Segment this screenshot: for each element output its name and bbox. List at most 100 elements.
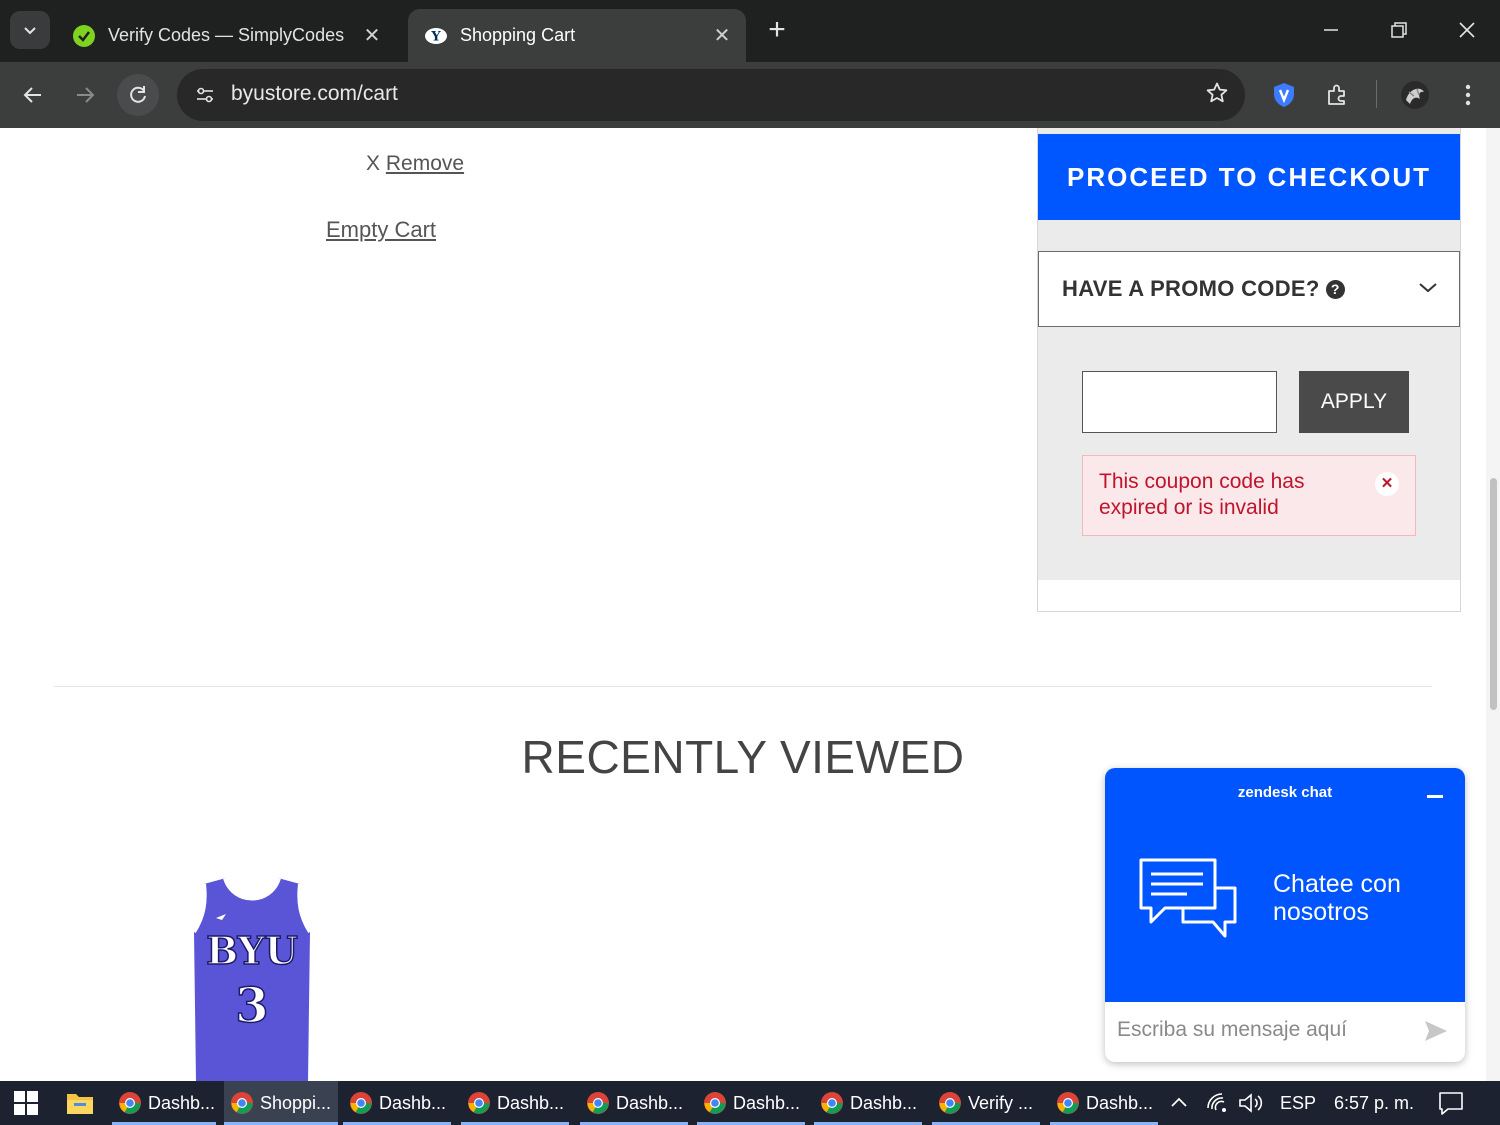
profile-avatar-icon[interactable] xyxy=(1396,76,1434,114)
file-explorer-icon[interactable] xyxy=(66,1090,94,1116)
arrow-left-icon xyxy=(23,87,41,103)
tab-title: Verify Codes — SimplyCodes xyxy=(108,25,345,45)
notifications-icon[interactable] xyxy=(1438,1081,1464,1125)
close-tab-icon[interactable]: ✕ xyxy=(712,23,732,48)
empty-cart-link[interactable]: Empty Cart xyxy=(326,217,436,243)
chrome-icon xyxy=(704,1092,726,1114)
chrome-icon xyxy=(939,1092,961,1114)
taskbar-chrome-window[interactable]: Dashb... xyxy=(461,1081,569,1125)
arrow-right-icon xyxy=(77,87,95,103)
chrome-icon xyxy=(587,1092,609,1114)
chrome-icon xyxy=(231,1092,253,1114)
taskbar-chrome-window[interactable]: Verify ... xyxy=(932,1081,1040,1125)
windows-start-icon[interactable] xyxy=(14,1091,38,1115)
chrome-icon xyxy=(468,1092,490,1114)
taskbar-item-label: Dashb... xyxy=(733,1092,801,1113)
chat-brand: zendesk chat xyxy=(1237,784,1333,801)
coupon-error-alert: This coupon code has expired or is inval… xyxy=(1082,455,1416,536)
taskbar-item-label: Dashb... xyxy=(379,1092,447,1113)
send-icon[interactable] xyxy=(1423,1018,1449,1044)
simplycodes-favicon-icon xyxy=(72,24,96,48)
svg-text:BYU: BYU xyxy=(206,928,298,973)
tab-title: Shopping Cart xyxy=(460,25,576,45)
taskbar-chrome-window[interactable]: Dashb... xyxy=(580,1081,688,1125)
restore-window-button[interactable] xyxy=(1376,10,1422,50)
restore-icon xyxy=(1391,22,1407,38)
address-bar[interactable]: byustore.com/cart xyxy=(177,69,1245,121)
close-icon xyxy=(1459,22,1475,38)
question-circle-icon[interactable]: ? xyxy=(1325,279,1345,299)
bookmark-star-icon[interactable] xyxy=(1205,81,1229,110)
minimize-icon xyxy=(1324,29,1338,31)
input-language[interactable]: ESP xyxy=(1280,1081,1316,1125)
chevron-up-icon xyxy=(1171,1097,1187,1107)
tab-verify-codes[interactable]: Verify Codes — SimplyCodes ✕ xyxy=(56,9,396,62)
apply-promo-button[interactable]: APPLY xyxy=(1299,371,1409,433)
chrome-icon xyxy=(119,1092,141,1114)
forward-button[interactable] xyxy=(64,74,106,116)
taskbar-item-label: Shoppi... xyxy=(260,1092,332,1113)
minimize-window-button[interactable] xyxy=(1308,10,1354,50)
chat-bubbles-icon xyxy=(1139,858,1237,938)
remove-prefix: X xyxy=(366,152,381,175)
taskbar-chrome-window[interactable]: Dashb... xyxy=(343,1081,451,1125)
close-tab-icon[interactable]: ✕ xyxy=(362,23,382,48)
close-alert-icon[interactable]: ✕ xyxy=(1375,472,1399,496)
minimize-chat-icon[interactable] xyxy=(1427,795,1443,798)
close-window-button[interactable] xyxy=(1444,10,1490,50)
chevron-down-icon xyxy=(24,27,36,35)
svg-text:3: 3 xyxy=(235,978,268,1034)
wifi-icon[interactable] xyxy=(1206,1081,1230,1125)
order-summary-panel: PROCEED TO CHECKOUT HAVE A PROMO CODE? ?… xyxy=(1037,128,1461,612)
toolbar-separator xyxy=(1376,80,1377,108)
system-clock[interactable]: 6:57 p. m. xyxy=(1334,1081,1414,1125)
taskbar-chrome-window[interactable]: Dashb... xyxy=(697,1081,805,1125)
new-tab-button[interactable]: + xyxy=(760,14,794,48)
taskbar-chrome-window[interactable]: Dashb... xyxy=(1050,1081,1158,1125)
tab-search-button[interactable] xyxy=(10,11,50,49)
remove-link[interactable]: Remove xyxy=(386,152,464,175)
promo-code-title: HAVE A PROMO CODE? xyxy=(1062,276,1320,301)
remove-item[interactable]: X Remove xyxy=(366,152,464,176)
site-info-button[interactable] xyxy=(187,77,223,113)
chrome-icon xyxy=(821,1092,843,1114)
proceed-to-checkout-button[interactable]: PROCEED TO CHECKOUT xyxy=(1038,134,1460,220)
chat-header[interactable]: zendesk chat Chatee con nosotros xyxy=(1105,768,1465,1002)
svg-text:Y: Y xyxy=(430,29,441,44)
chat-message-input[interactable]: Escriba su mensaje aquí xyxy=(1117,1018,1347,1042)
url-text[interactable]: byustore.com/cart xyxy=(231,82,398,106)
chat-cta-text: Chatee con nosotros xyxy=(1273,870,1401,926)
promo-code-toggle[interactable]: HAVE A PROMO CODE? ? xyxy=(1038,251,1460,327)
chrome-icon xyxy=(350,1092,372,1114)
order-summary-body: PROCEED TO CHECKOUT HAVE A PROMO CODE? ?… xyxy=(1038,128,1460,580)
browser-toolbar: byustore.com/cart xyxy=(0,62,1500,128)
promo-code-input[interactable] xyxy=(1082,371,1277,433)
taskbar-chrome-window[interactable]: Dashb... xyxy=(814,1081,922,1125)
volume-icon[interactable] xyxy=(1238,1081,1264,1125)
back-button[interactable] xyxy=(12,74,54,116)
extensions-puzzle-icon[interactable] xyxy=(1318,76,1356,114)
show-hidden-icons[interactable] xyxy=(1168,1081,1190,1125)
scrollbar-thumb[interactable] xyxy=(1490,478,1497,710)
taskbar-item-label: Dashb... xyxy=(616,1092,684,1113)
taskbar-chrome-window[interactable]: Dashb... xyxy=(112,1081,216,1125)
chrome-icon xyxy=(1057,1092,1079,1114)
chevron-down-icon xyxy=(1419,283,1437,293)
byu-favicon-icon: Y xyxy=(424,24,448,48)
tab-shopping-cart[interactable]: Y Shopping Cart ✕ xyxy=(408,9,746,62)
taskbar-item-label: Dashb... xyxy=(850,1092,918,1113)
extension-shield-icon[interactable] xyxy=(1265,76,1303,114)
taskbar-chrome-window[interactable]: Shoppi... xyxy=(224,1081,338,1125)
browser-menu-icon[interactable] xyxy=(1449,76,1487,114)
reload-button[interactable] xyxy=(117,74,159,116)
section-divider xyxy=(54,686,1432,687)
taskbar-item-label: Verify ... xyxy=(968,1092,1034,1113)
chat-widget: zendesk chat Chatee con nosotros Escriba… xyxy=(1105,768,1465,1062)
jersey-product-image[interactable]: BYU 3 xyxy=(186,872,318,1081)
taskbar-item-label: Dashb... xyxy=(497,1092,565,1113)
coupon-error-message: This coupon code has expired or is inval… xyxy=(1099,470,1305,519)
taskbar-item-label: Dashb... xyxy=(148,1092,216,1113)
taskbar-item-label: Dashb... xyxy=(1086,1092,1154,1113)
browser-tab-strip: Verify Codes — SimplyCodes ✕ Y Shopping … xyxy=(0,0,1500,62)
windows-taskbar: Dashb... Shoppi... Dashb... Dashb... Dashb..… xyxy=(0,1081,1500,1125)
